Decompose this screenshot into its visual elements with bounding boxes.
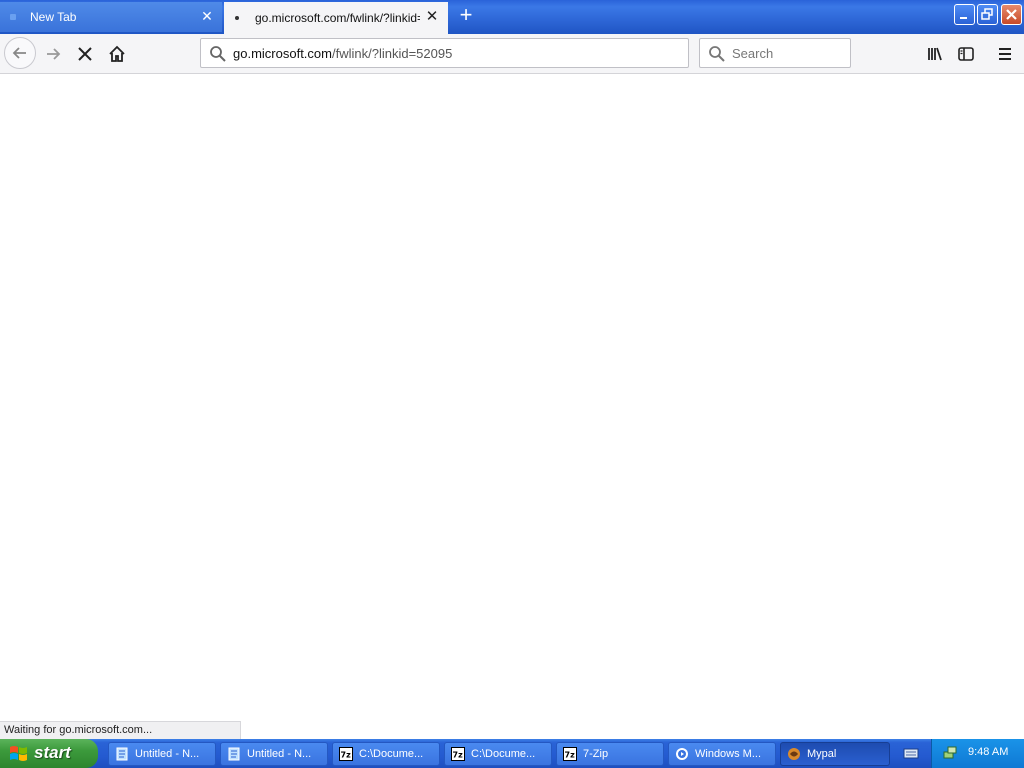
keyboard-icon[interactable] [903,746,919,760]
tab-strip: New Tab ✕ go.microsoft.com/fwlink/?linki… [0,0,1024,34]
svg-text:7z: 7z [453,751,464,760]
tab-label: New Tab [30,10,77,24]
7zip-icon: 7z [563,747,577,761]
url-host: go.microsoft.com [233,46,332,61]
system-tray: 9:48 AM [931,739,1024,768]
back-button[interactable] [4,37,36,69]
taskbar-item-notepad-1[interactable]: Untitled - N... [108,742,216,766]
hamburger-menu-icon [999,48,1011,60]
status-bar: Waiting for go.microsoft.com... [0,721,241,739]
home-button[interactable] [102,39,132,69]
forward-arrow-icon [47,48,61,60]
svg-text:7z: 7z [341,751,352,760]
search-placeholder: Search [732,46,774,61]
stop-x-icon [78,47,92,61]
home-icon [109,45,125,62]
tab-favicon-icon [10,14,16,20]
loading-dot-icon [235,16,239,20]
taskbar-item-label: Windows M... [695,748,762,760]
taskbar-item-notepad-2[interactable]: Untitled - N... [220,742,328,766]
forward-button[interactable] [38,39,68,69]
minimize-window-button[interactable] [954,4,975,25]
taskbar-item-label: Mypal [807,748,837,760]
close-tab-icon[interactable]: ✕ [200,9,214,23]
notepad-icon [228,747,240,761]
network-icon[interactable] [942,745,958,761]
hamburger-menu-button[interactable] [990,39,1020,69]
minimize-icon [960,17,967,19]
new-tab-plus-icon[interactable]: + [455,4,477,27]
url-path: /fwlink/?linkid=52095 [331,46,453,61]
mypal-icon [788,748,800,760]
taskbar-item-label: Untitled - N... [135,748,200,760]
search-icon [210,46,226,62]
close-window-button[interactable] [1001,4,1022,25]
taskbar-item-mypal[interactable]: Mypal [780,742,890,766]
sidebar-icon [958,47,974,61]
library-button[interactable] [920,39,950,69]
tab-label: go.microsoft.com/fwlink/?linkid=52095 [255,11,420,25]
search-box[interactable]: Search [699,38,851,68]
search-icon [709,46,725,62]
close-icon [1006,9,1017,20]
taskbar-item-label: C:\Docume... [359,748,424,760]
url-text[interactable]: go.microsoft.com/fwlink/?linkid=52095 [233,46,452,61]
start-label: start [34,743,71,762]
close-tab-icon[interactable]: ✕ [425,9,439,24]
restore-window-button[interactable] [977,4,998,25]
start-button[interactable]: start [0,739,98,768]
media-player-icon [676,748,688,760]
clock: 9:48 AM [968,746,1009,758]
tab-active-page[interactable]: go.microsoft.com/fwlink/?linkid=52095 ✕ [224,2,448,34]
7zip-icon: 7z [451,747,465,761]
sidebar-toggle-button[interactable] [951,39,981,69]
stop-loading-button[interactable] [70,39,100,69]
taskbar-item-folder-2[interactable]: 7z C:\Docume... [444,742,552,766]
svg-text:7z: 7z [565,751,576,760]
taskbar-item-7zip[interactable]: 7z 7-Zip [556,742,664,766]
page-content [0,75,1024,739]
taskbar-item-label: Untitled - N... [247,748,312,760]
taskbar-item-label: C:\Docume... [471,748,536,760]
taskbar-item-label: 7-Zip [583,748,609,760]
restore-icon [981,8,993,20]
taskbar-item-media-player[interactable]: Windows M... [668,742,776,766]
7zip-icon: 7z [339,747,353,761]
taskbar-item-folder-1[interactable]: 7z C:\Docume... [332,742,440,766]
library-icon [928,47,942,61]
windows-logo-icon [10,746,27,761]
back-arrow-icon [12,47,26,59]
notepad-icon [116,747,128,761]
taskbar: start Untitled - N... Untitled - N... 7z… [0,739,1024,768]
navigation-toolbar: go.microsoft.com/fwlink/?linkid=52095 Se… [0,34,1024,74]
address-bar[interactable]: go.microsoft.com/fwlink/?linkid=52095 [200,38,689,68]
tab-new-tab[interactable]: New Tab ✕ [0,2,222,32]
